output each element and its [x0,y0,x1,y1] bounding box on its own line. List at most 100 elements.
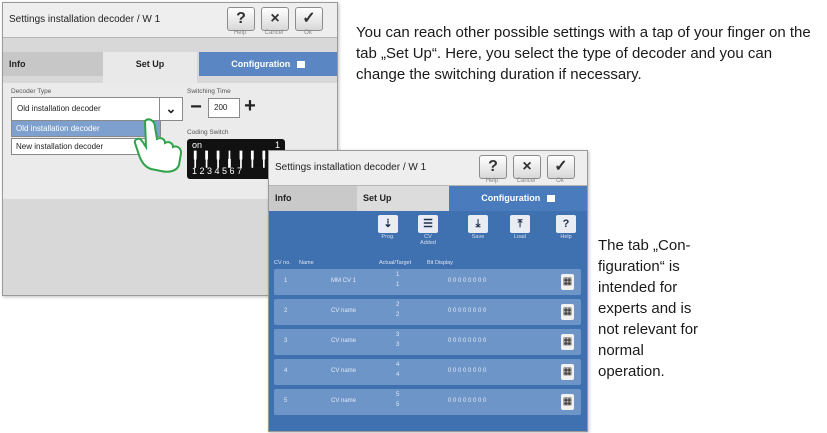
trash-icon[interactable]: ▦ [561,364,574,380]
cv-bits: 0 0 0 0 0 0 0 0 [448,278,487,284]
decoder-type-value: Old installation decoder [17,104,101,113]
tab-setup[interactable]: Set Up [357,186,449,211]
help-icon: ? [556,215,576,233]
instruction-text-configuration: The tab „Con-figuration“ is intended for… [598,237,699,380]
cv-added-label: CV Added [420,234,436,246]
cv-no: 4 [284,368,288,374]
switching-time-label: Switching Time [187,88,231,95]
switching-plus-button[interactable]: + [241,96,259,116]
load-label: Load [513,234,527,240]
tab-configuration-label: Configuration [231,59,291,69]
window-titlebar: Settings installation decoder / W 1 ? He… [269,151,587,186]
decoder-option-old-label: Old installation decoder [16,124,100,133]
cv-name: CV name [331,308,357,314]
tab-setup-label: Set Up [363,193,392,203]
tap-finger-icon [133,118,183,173]
col-cv-no: CV no. [274,260,291,266]
cv-actual: 4 [396,362,400,368]
coding-numbers: 1 2 3 4 5 6 7 [192,166,243,176]
prog-label: Prog. [381,234,395,240]
cv-target: 2 [396,312,400,318]
decoder-type-label: Decoder Type [11,88,52,95]
cv-added-button[interactable]: ☰ CV Added [417,215,439,246]
save-button[interactable]: ⤓ Save [467,215,489,240]
col-bit-display: Bit Display [427,260,453,266]
prog-button[interactable]: ⇣ Prog. [377,215,399,240]
ok-caption: Ok [556,178,564,184]
ok-button[interactable]: ✓ [295,7,323,31]
cv-actual: 2 [396,302,400,308]
load-button[interactable]: ⤒ Load [509,215,531,240]
cancel-caption: Cancel [516,178,536,184]
coding-switch-label: Coding Switch [187,129,229,136]
window-title: Settings installation decoder / W 1 [9,14,161,25]
table-row[interactable]: 5 CV name 5 5 0 0 0 0 0 0 0 0 ▦ [274,389,581,415]
cv-no: 3 [284,338,288,344]
cancel-caption: Cancel [264,30,284,36]
cv-target: 1 [396,282,400,288]
decoder-option-new-label: New installation decoder [16,142,104,151]
tab-configuration[interactable]: Configuration [199,52,337,76]
cv-bits: 0 0 0 0 0 0 0 0 [448,338,487,344]
table-row[interactable]: 3 CV name 3 3 0 0 0 0 0 0 0 0 ▦ [274,329,581,355]
cv-name: CV name [331,398,357,404]
help-tool-label: Help [560,234,572,240]
cv-bits: 0 0 0 0 0 0 0 0 [448,368,487,374]
cv-target: 5 [396,402,400,408]
cv-name: CV name [331,338,357,344]
cv-no: 5 [284,398,288,404]
load-icon: ⤒ [510,215,530,233]
cv-actual: 3 [396,332,400,338]
table-row[interactable]: 1 MM CV 1 1 1 0 0 0 0 0 0 0 0 ▦ [274,269,581,295]
help-button[interactable]: ? [479,155,507,179]
tab-info[interactable]: Info [3,52,103,76]
switching-time-input[interactable]: 200 [208,98,240,118]
tab-setup-label: Set Up [135,59,165,69]
tab-info-label: Info [9,59,26,69]
save-icon: ⤓ [468,215,488,233]
ok-caption: Ok [304,30,312,36]
tab-info-label: Info [275,193,292,203]
help-caption: Help [233,30,247,36]
coding-one-label: 1 [275,140,281,150]
save-label: Save [471,234,485,240]
help-caption: Help [485,178,499,184]
window-title: Settings installation decoder / W 1 [275,162,427,173]
coding-on-label: on [192,140,203,150]
cv-actual: 5 [396,392,400,398]
list-icon: ☰ [418,215,438,233]
cancel-button[interactable]: × [513,155,541,179]
cv-actual: 1 [396,272,400,278]
help-tool-button[interactable]: ? Help [555,215,577,240]
cv-bits: 0 0 0 0 0 0 0 0 [448,308,487,314]
instruction-text-setup: You can reach other possible settings wi… [356,24,811,83]
settings-window-configuration: Settings installation decoder / W 1 ? He… [268,150,588,432]
tab-configuration[interactable]: Configuration [449,186,587,211]
cv-name: CV name [331,368,357,374]
cv-table: ⇣ Prog. ☰ CV Added ⤓ Save ⤒ Load ? Help … [269,211,587,431]
cv-target: 3 [396,342,400,348]
trash-icon[interactable]: ▦ [561,274,574,290]
cancel-button[interactable]: × [261,7,289,31]
trash-icon[interactable]: ▦ [561,394,574,410]
trash-icon[interactable]: ▦ [561,304,574,320]
cv-no: 2 [284,308,288,314]
switching-time-value: 200 [214,103,228,112]
lock-open-icon [546,195,555,202]
table-row[interactable]: 4 CV name 4 4 0 0 0 0 0 0 0 0 ▦ [274,359,581,385]
cv-target: 4 [396,372,400,378]
tab-info[interactable]: Info [269,186,357,211]
cv-no: 1 [284,278,288,284]
table-row[interactable]: 2 CV name 2 2 0 0 0 0 0 0 0 0 ▦ [274,299,581,325]
tab-setup[interactable]: Set Up [103,52,197,83]
ok-button[interactable]: ✓ [547,155,575,179]
col-name: Name [299,260,314,266]
cv-name: MM CV 1 [331,278,357,284]
trash-icon[interactable]: ▦ [561,334,574,350]
col-actual-target: Actual/Target [379,260,412,266]
help-button[interactable]: ? [227,7,255,31]
tab-configuration-label: Configuration [481,193,541,203]
cv-bits: 0 0 0 0 0 0 0 0 [448,398,487,404]
lock-icon [296,61,305,68]
prog-icon: ⇣ [378,215,398,233]
